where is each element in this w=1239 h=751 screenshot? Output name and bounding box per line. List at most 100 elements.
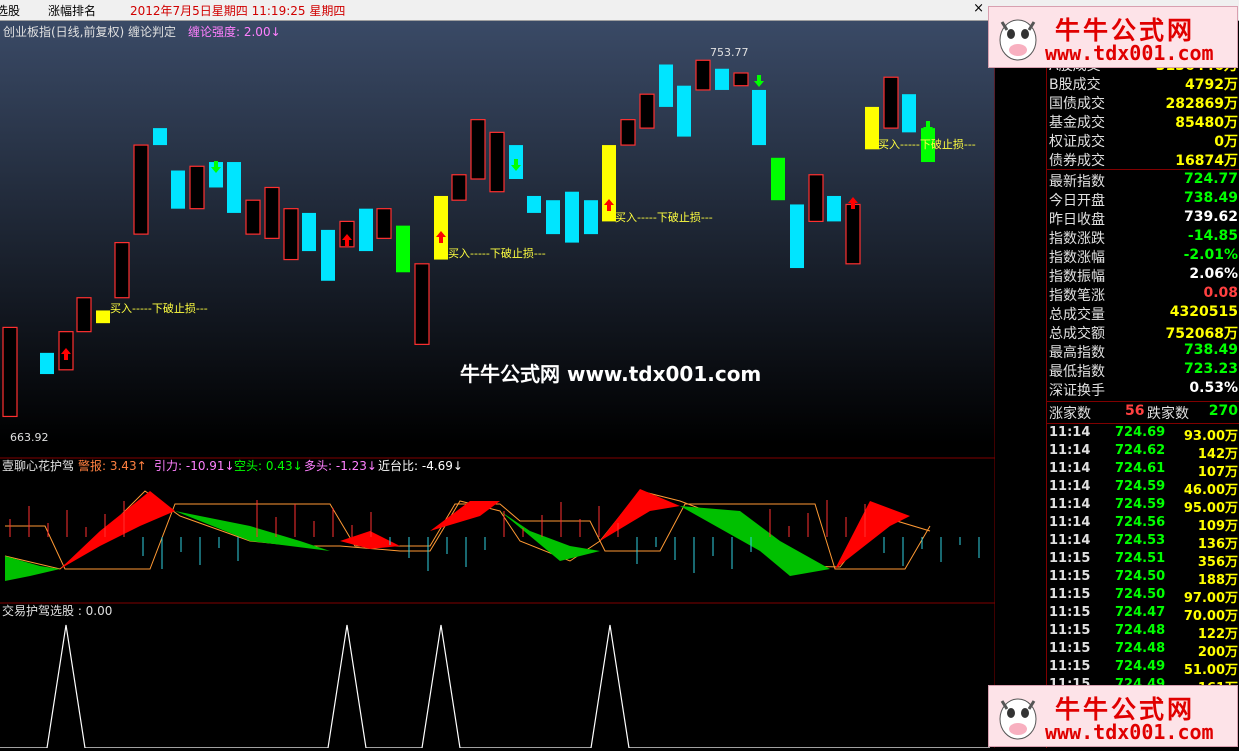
candlestick[interactable] (396, 225, 410, 273)
tick-row: 11:15 724.48 122万 (1049, 623, 1238, 642)
red-ribbon (60, 491, 175, 569)
tick-row: 11:14 724.62 142万 (1049, 443, 1238, 462)
quote-row: 总成交额 752068万 (1049, 326, 1238, 342)
quote-row: 指数笔涨 0.08 (1049, 285, 1238, 304)
candlestick[interactable] (376, 208, 392, 239)
candlestick[interactable] (883, 76, 899, 129)
candlestick[interactable] (133, 144, 149, 235)
quote-row: 权证成交 0万 (1049, 134, 1238, 150)
candlestick[interactable] (96, 310, 110, 324)
tick-row: 11:14 724.59 95.00万 (1049, 497, 1238, 516)
candlestick[interactable] (114, 242, 130, 299)
indicator2-title: 交易护驾选股 : 0.00 (2, 603, 112, 618)
indicator1-value: 警报: 3.43↑ (78, 458, 147, 473)
red-ribbon (600, 489, 680, 541)
tick-row: 11:14 724.56 109万 (1049, 515, 1238, 534)
candlestick[interactable] (414, 263, 430, 345)
datetime-display: 2012年7月5日星期四 11:19:25 星期四 (130, 4, 346, 18)
tick-row: 11:15 724.51 356万 (1049, 551, 1238, 570)
candlestick[interactable] (827, 195, 841, 222)
candlestick[interactable] (153, 128, 167, 146)
candlestick[interactable] (527, 195, 541, 213)
tick-row: 11:15 724.48 200万 (1049, 641, 1238, 660)
candlestick[interactable] (489, 131, 505, 193)
candlestick[interactable] (227, 162, 241, 213)
quote-row: 指数振幅 2.06% (1049, 266, 1238, 285)
buy-signal-label: 买入-----下破止损--- (110, 301, 208, 315)
tick-row: 11:15 724.47 70.00万 (1049, 605, 1238, 624)
quote-row: 指数涨幅 -2.01% (1049, 247, 1238, 266)
quote-row: B股成交 4792万 (1049, 77, 1238, 93)
candlestick[interactable] (2, 326, 18, 418)
candlestick[interactable] (546, 200, 560, 235)
tick-row: 11:14 724.59 46.00万 (1049, 479, 1238, 498)
buy-signal-label: 买入-----下破止损--- (878, 137, 976, 151)
candlestick[interactable] (808, 174, 824, 223)
quote-row: 昨日收盘 739.62 (1049, 209, 1238, 228)
candlestick[interactable] (40, 352, 54, 375)
tick-row: 11:14 724.69 93.00万 (1049, 425, 1238, 444)
candlestick[interactable] (321, 229, 335, 281)
candlestick[interactable] (76, 297, 92, 333)
tab-stock-pick[interactable]: 选股 (0, 2, 20, 19)
candlestick[interactable] (771, 157, 785, 201)
high-price-label: 753.77 (710, 46, 749, 59)
signal-line (0, 624, 990, 749)
candlestick[interactable] (451, 174, 467, 201)
tick-row: 11:14 724.61 107万 (1049, 461, 1238, 480)
tab-gain-rank[interactable]: 涨幅排名 (48, 2, 96, 19)
indicator1-title: 壹聊心花护驾 (2, 458, 74, 473)
candlestick[interactable] (902, 94, 916, 133)
low-price-label: 663.92 (10, 431, 49, 444)
candlestick[interactable] (189, 165, 205, 210)
candlestick[interactable] (752, 89, 766, 146)
updown-row: 涨家数 56 跌家数 270 (1049, 403, 1238, 422)
candlestick[interactable] (264, 186, 280, 239)
candlestick[interactable] (470, 119, 486, 180)
candlestick[interactable] (620, 119, 636, 146)
candlestick[interactable] (659, 64, 673, 107)
candlestick[interactable] (790, 204, 804, 269)
quote-row: 国债成交 282869万 (1049, 96, 1238, 112)
strength-label: 缠论强度: 2.00↓ (188, 24, 281, 39)
candlestick[interactable] (302, 212, 316, 252)
tick-row: 11:14 724.53 136万 (1049, 533, 1238, 552)
quote-row: 最低指数 723.23 (1049, 361, 1238, 380)
candlestick[interactable] (245, 199, 261, 235)
green-ribbon (175, 511, 330, 551)
close-icon[interactable]: × (973, 1, 984, 16)
indicator1-value: 多头: -1.23↓ (304, 459, 377, 473)
quote-row: 债券成交 16874万 (1049, 153, 1238, 169)
quote-row: 总成交量 4320515 (1049, 304, 1238, 323)
candlestick[interactable] (865, 106, 879, 150)
quote-row: 今日开盘 738.49 (1049, 190, 1238, 209)
quote-row: 最高指数 738.49 (1049, 342, 1238, 361)
site-logo-top: 牛牛公式网 www.tdx001.com (988, 6, 1238, 68)
candlestick[interactable] (434, 195, 448, 260)
kline-chart[interactable]: 创业板指(日线,前复权) 缠论判定缠论强度: 2.00↓740.00730.00… (0, 21, 1043, 749)
tick-row: 11:15 724.49 51.00万 (1049, 659, 1238, 678)
indicator1-value: 空头: 0.43↓ (234, 459, 303, 473)
red-ribbon (430, 501, 500, 531)
chart-title: 创业板指(日线,前复权) 缠论判定 (3, 24, 176, 39)
candlestick[interactable] (283, 208, 299, 261)
candlestick[interactable] (584, 200, 598, 235)
quote-row: 基金成交 85480万 (1049, 115, 1238, 131)
candlestick[interactable] (639, 93, 655, 129)
candlestick[interactable] (695, 59, 711, 91)
chart-area: 创业板指(日线,前复权) 缠论判定缠论强度: 2.00↓740.00730.00… (0, 21, 1043, 749)
watermark-text: 牛牛公式网 www.tdx001.com (460, 362, 761, 386)
cow-icon (999, 698, 1037, 740)
candlestick[interactable] (677, 85, 691, 137)
candlestick[interactable] (171, 170, 185, 209)
tick-row: 11:15 724.50 188万 (1049, 569, 1238, 588)
candlestick[interactable] (845, 203, 861, 265)
candlestick[interactable] (359, 208, 373, 252)
quote-row: 指数涨跌 -14.85 (1049, 228, 1238, 247)
indicator1-value: 近台比: -4.69↓ (378, 458, 463, 473)
buy-signal-label: 买入-----下破止损--- (615, 210, 713, 224)
candlestick[interactable] (733, 72, 749, 87)
candlestick[interactable] (715, 68, 729, 90)
tick-row: 11:15 724.50 97.00万 (1049, 587, 1238, 606)
candlestick[interactable] (565, 191, 579, 243)
